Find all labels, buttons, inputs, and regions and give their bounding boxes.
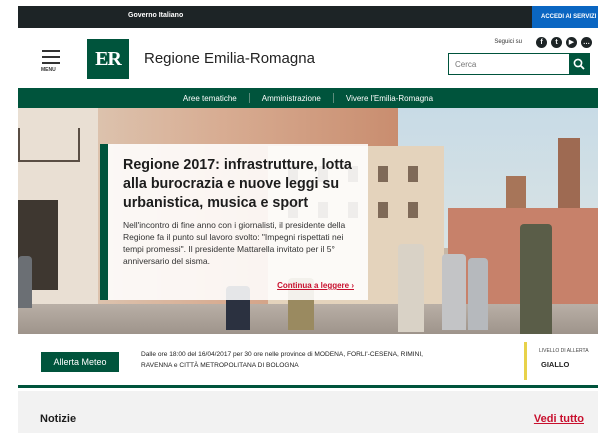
top-bar: Governo Italiano ACCEDI AI SERVIZI xyxy=(18,6,598,28)
nav-item-vivere[interactable]: Vivere l'Emilia-Romagna xyxy=(334,94,445,103)
read-more-link[interactable]: Continua a leggere › xyxy=(277,281,354,290)
news-section: Notizie Vedi tutto xyxy=(18,391,598,433)
hero-image-person xyxy=(520,224,552,334)
social-links: Seguici su f t ▶ … xyxy=(494,36,592,48)
alert-level-indicator xyxy=(524,342,527,380)
news-title: Notizie xyxy=(40,413,77,425)
weather-alert-message: Dalle ore 18:00 del 16/04/2017 per 30 or… xyxy=(141,351,423,369)
search-icon xyxy=(573,58,585,70)
weather-alert-badge[interactable]: Allerta Meteo xyxy=(41,352,119,372)
site-header: MENU ER Regione Emilia-Romagna Seguici s… xyxy=(18,28,598,88)
hamburger-icon-line xyxy=(42,62,60,64)
search-box xyxy=(448,53,590,75)
login-services-button[interactable]: ACCEDI AI SERVIZI xyxy=(532,6,598,28)
menu-button[interactable]: MENU xyxy=(40,50,62,76)
hero-title[interactable]: Regione 2017: infrastrutture, lotta alla… xyxy=(123,156,356,213)
government-link[interactable]: Governo Italiano xyxy=(128,12,183,19)
menu-label: MENU xyxy=(41,67,56,73)
hero-image-person xyxy=(398,244,424,332)
hero-image-person xyxy=(442,254,466,330)
facebook-icon[interactable]: f xyxy=(536,36,547,48)
hero-image-person xyxy=(468,258,488,330)
alert-level-label: LIVELLO DI ALLERTA xyxy=(539,348,589,354)
hero-article-card: Regione 2017: infrastrutture, lotta alla… xyxy=(100,144,368,300)
follow-label: Seguici su xyxy=(494,39,522,45)
main-nav: Aree tematiche Amministrazione Vivere l'… xyxy=(18,88,598,108)
alert-level-value: GIALLO xyxy=(541,360,570,369)
hero-image-person xyxy=(18,256,32,308)
see-all-news-link[interactable]: Vedi tutto xyxy=(534,413,584,425)
hero-banner: Regione 2017: infrastrutture, lotta alla… xyxy=(18,108,598,334)
hamburger-icon-line xyxy=(42,56,60,58)
twitter-icon[interactable]: t xyxy=(551,36,562,48)
hero-summary: Nell'incontro di fine anno con i giornal… xyxy=(123,220,346,266)
nav-item-aree-tematiche[interactable]: Aree tematiche xyxy=(171,94,249,103)
search-button[interactable] xyxy=(569,54,589,74)
search-input[interactable] xyxy=(449,54,569,74)
hamburger-icon-line xyxy=(42,50,60,52)
nav-item-amministrazione[interactable]: Amministrazione xyxy=(250,94,333,103)
more-icon[interactable]: … xyxy=(581,36,592,48)
site-title[interactable]: Regione Emilia-Romagna xyxy=(144,50,315,67)
weather-alert: Allerta Meteo Dalle ore 18:00 del 16/04/… xyxy=(18,334,598,388)
youtube-icon[interactable]: ▶ xyxy=(566,36,577,48)
site-logo[interactable]: ER xyxy=(87,39,129,79)
